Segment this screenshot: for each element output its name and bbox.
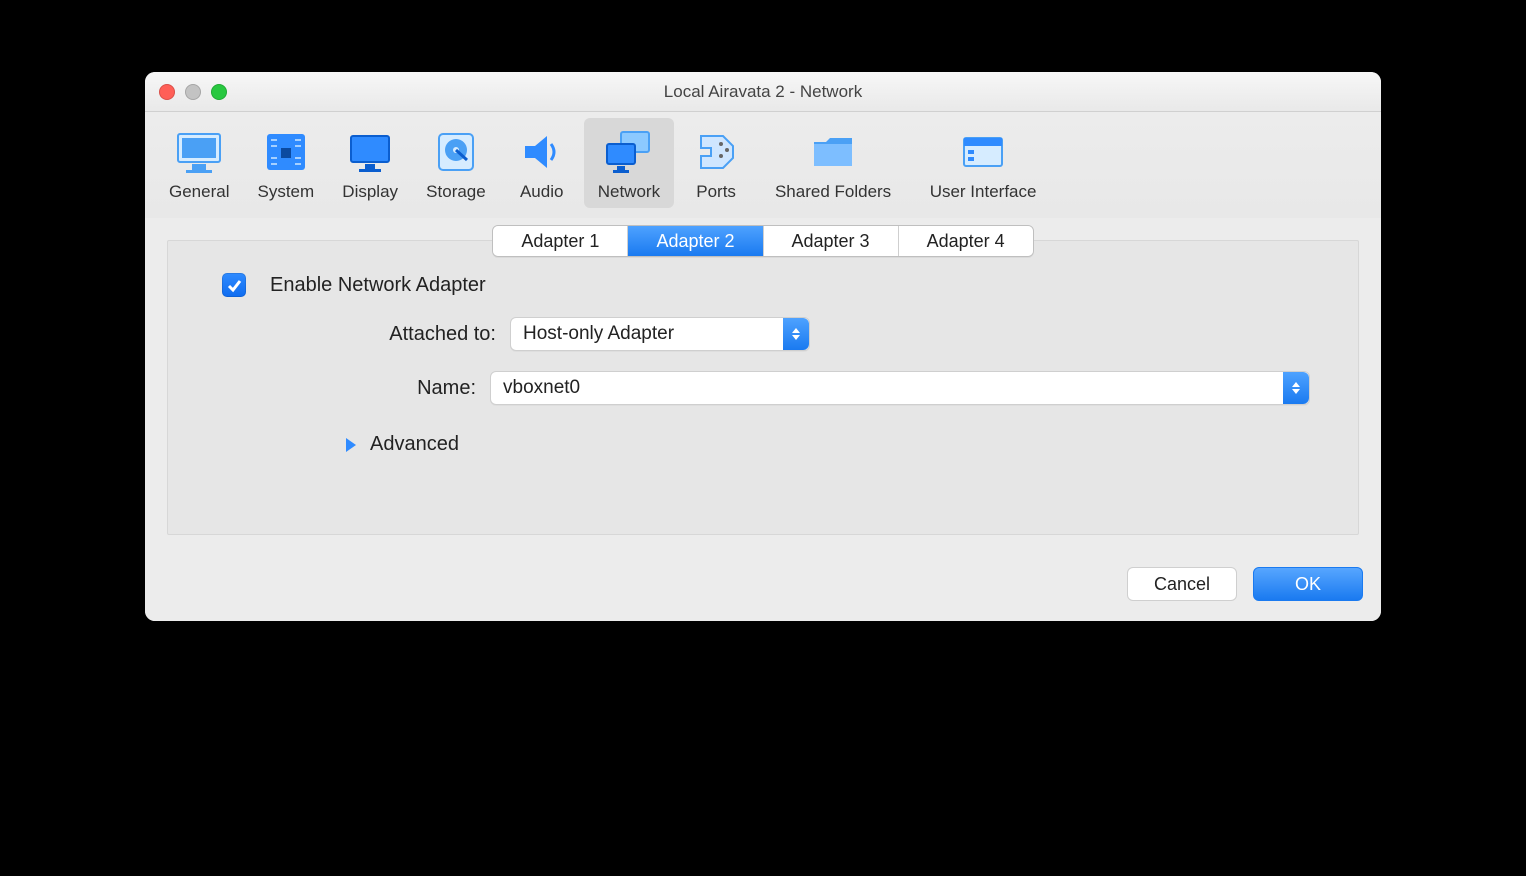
toolbar-item-system[interactable]: System	[243, 118, 328, 208]
toolbar-label: Audio	[520, 182, 563, 202]
cancel-button[interactable]: Cancel	[1127, 567, 1237, 601]
network-panel: Adapter 1 Adapter 2 Adapter 3 Adapter 4 …	[167, 240, 1359, 535]
storage-icon	[428, 124, 484, 180]
minimize-window-button[interactable]	[185, 84, 201, 100]
tab-adapter-1[interactable]: Adapter 1	[493, 226, 628, 256]
toolbar-item-audio[interactable]: Audio	[500, 118, 584, 208]
tab-adapter-3[interactable]: Adapter 3	[764, 226, 899, 256]
system-icon	[258, 124, 314, 180]
name-value: vboxnet0	[503, 377, 580, 399]
advanced-disclosure[interactable]: Advanced	[216, 433, 1310, 456]
toolbar-item-storage[interactable]: Storage	[412, 118, 500, 208]
settings-window: Local Airavata 2 - Network General	[145, 72, 1381, 621]
general-icon	[171, 124, 227, 180]
toolbar-item-general[interactable]: General	[155, 118, 243, 208]
adapter-form: Enable Network Adapter Attached to: Host…	[168, 273, 1358, 456]
user-interface-icon	[955, 124, 1011, 180]
name-select[interactable]: vboxnet0	[490, 371, 1310, 405]
enable-adapter-checkbox[interactable]	[222, 273, 246, 297]
ports-icon	[688, 124, 744, 180]
toolbar-item-display[interactable]: Display	[328, 118, 412, 208]
toolbar-label: Storage	[426, 182, 486, 202]
tab-adapter-4[interactable]: Adapter 4	[899, 226, 1033, 256]
toolbar-label: User Interface	[930, 182, 1037, 202]
titlebar: Local Airavata 2 - Network	[145, 72, 1381, 112]
attached-to-select[interactable]: Host-only Adapter	[510, 317, 810, 351]
disclosure-triangle-icon	[346, 438, 356, 452]
toolbar-item-network[interactable]: Network	[584, 118, 674, 208]
toolbar-item-ports[interactable]: Ports	[674, 118, 758, 208]
attached-to-label: Attached to:	[216, 323, 496, 346]
name-label: Name:	[216, 377, 476, 400]
toolbar-label: Network	[598, 182, 660, 202]
dialog-footer: Cancel OK	[145, 553, 1381, 621]
close-window-button[interactable]	[159, 84, 175, 100]
toolbar-label: Ports	[696, 182, 736, 202]
content-area: Adapter 1 Adapter 2 Adapter 3 Adapter 4 …	[145, 218, 1381, 553]
audio-icon	[514, 124, 570, 180]
window-controls	[159, 84, 227, 100]
attached-to-value: Host-only Adapter	[523, 323, 674, 345]
toolbar-label: Display	[342, 182, 398, 202]
display-icon	[342, 124, 398, 180]
chevron-updown-icon	[783, 318, 809, 350]
settings-toolbar: General System	[145, 112, 1381, 218]
advanced-label: Advanced	[370, 433, 459, 456]
enable-adapter-label: Enable Network Adapter	[270, 274, 486, 297]
toolbar-label: General	[169, 182, 229, 202]
adapter-tabs: Adapter 1 Adapter 2 Adapter 3 Adapter 4	[168, 225, 1358, 257]
tab-adapter-2[interactable]: Adapter 2	[628, 226, 763, 256]
chevron-updown-icon	[1283, 372, 1309, 404]
zoom-window-button[interactable]	[211, 84, 227, 100]
ok-button[interactable]: OK	[1253, 567, 1363, 601]
toolbar-label: Shared Folders	[775, 182, 891, 202]
toolbar-item-user-interface[interactable]: User Interface	[908, 118, 1058, 208]
shared-folders-icon	[805, 124, 861, 180]
toolbar-label: System	[257, 182, 314, 202]
toolbar-item-shared-folders[interactable]: Shared Folders	[758, 118, 908, 208]
network-icon	[601, 124, 657, 180]
window-title: Local Airavata 2 - Network	[664, 82, 862, 102]
